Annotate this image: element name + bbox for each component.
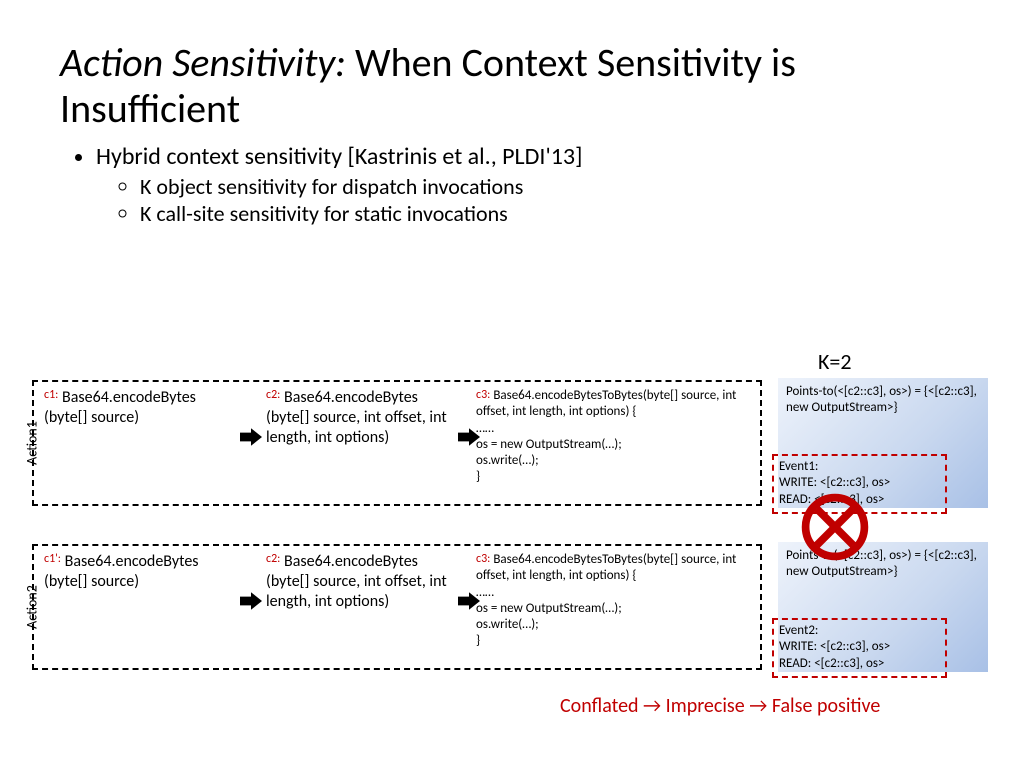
event2-write: WRITE: <[c2::c3], os> [779,639,940,655]
bullet-top: Hybrid context sensitivity [Kastrinis et… [96,142,964,171]
c2-tag: c2: [266,552,280,566]
action2-label: Action2 [23,585,40,629]
footnote: Conflated → Imprecise → False positive [560,694,880,718]
c1-text: Base64.encodeBytes (byte[] source) [44,552,199,591]
bullet-sub1: K object sensitivity for dispatch invoca… [140,173,964,200]
c1-tag: c1: [44,388,58,402]
action1-c3: c3: Base64.encodeBytesToBytes(byte[] sou… [476,388,764,486]
action2-c3: c3: Base64.encodeBytesToBytes(byte[] sou… [476,552,764,650]
sub-bullet-list: K object sensitivity for dispatch invoca… [96,173,964,227]
action2-box: Action2 c1': Base64.encodeBytes (byte[] … [32,544,762,670]
c2-text: Base64.encodeBytes (byte[] source, int o… [266,552,447,611]
action1-box: Action1 c1: Base64.encodeBytes (byte[] s… [32,380,762,506]
c3-body: …… os = new OutputStream(…); os.write(…)… [476,421,764,486]
event2-title: Event2: [779,623,940,639]
cross-icon [800,492,870,562]
bullet-list: Hybrid context sensitivity [Kastrinis et… [60,142,964,227]
arrow-icon [240,592,262,610]
result1-points: Points-to(<[c2::c3], os>) = {<[c2::c3], … [786,384,980,417]
event2-read: READ: <[c2::c3], os> [779,656,940,672]
c2-text: Base64.encodeBytes (byte[] source, int o… [266,388,447,447]
c2-tag: c2: [266,388,280,402]
event1-title: Event1: [779,459,940,475]
title-italic: Action Sensitivity: [60,38,346,87]
c3-head: Base64.encodeBytesToBytes(byte[] source,… [476,388,736,419]
arrow-icon [240,428,262,446]
slide-title: Action Sensitivity: When Context Sensiti… [60,40,964,132]
action1-c2: c2: Base64.encodeBytes (byte[] source, i… [266,388,464,448]
result1-box: Points-to(<[c2::c3], os>) = {<[c2::c3], … [778,378,988,508]
action1-label: Action1 [23,421,40,465]
c3-head: Base64.encodeBytesToBytes(byte[] source,… [476,552,736,583]
slide: Action Sensitivity: When Context Sensiti… [0,0,1024,247]
action2-c1: c1': Base64.encodeBytes (byte[] source) [44,552,224,592]
event2-box: Event2: WRITE: <[c2::c3], os> READ: <[c2… [772,618,947,678]
c1-text: Base64.encodeBytes (byte[] source) [44,388,196,427]
c1-tag: c1': [44,552,61,566]
bullet-sub2: K call-site sensitivity for static invoc… [140,200,964,227]
action1-c1: c1: Base64.encodeBytes (byte[] source) [44,388,224,428]
c3-tag: c3: [476,552,490,566]
event1-write: WRITE: <[c2::c3], os> [779,475,940,491]
k-label: K=2 [818,348,852,375]
action2-c2: c2: Base64.encodeBytes (byte[] source, i… [266,552,464,612]
c3-tag: c3: [476,388,490,402]
c3-body: …… os = new OutputStream(…); os.write(…)… [476,585,764,650]
